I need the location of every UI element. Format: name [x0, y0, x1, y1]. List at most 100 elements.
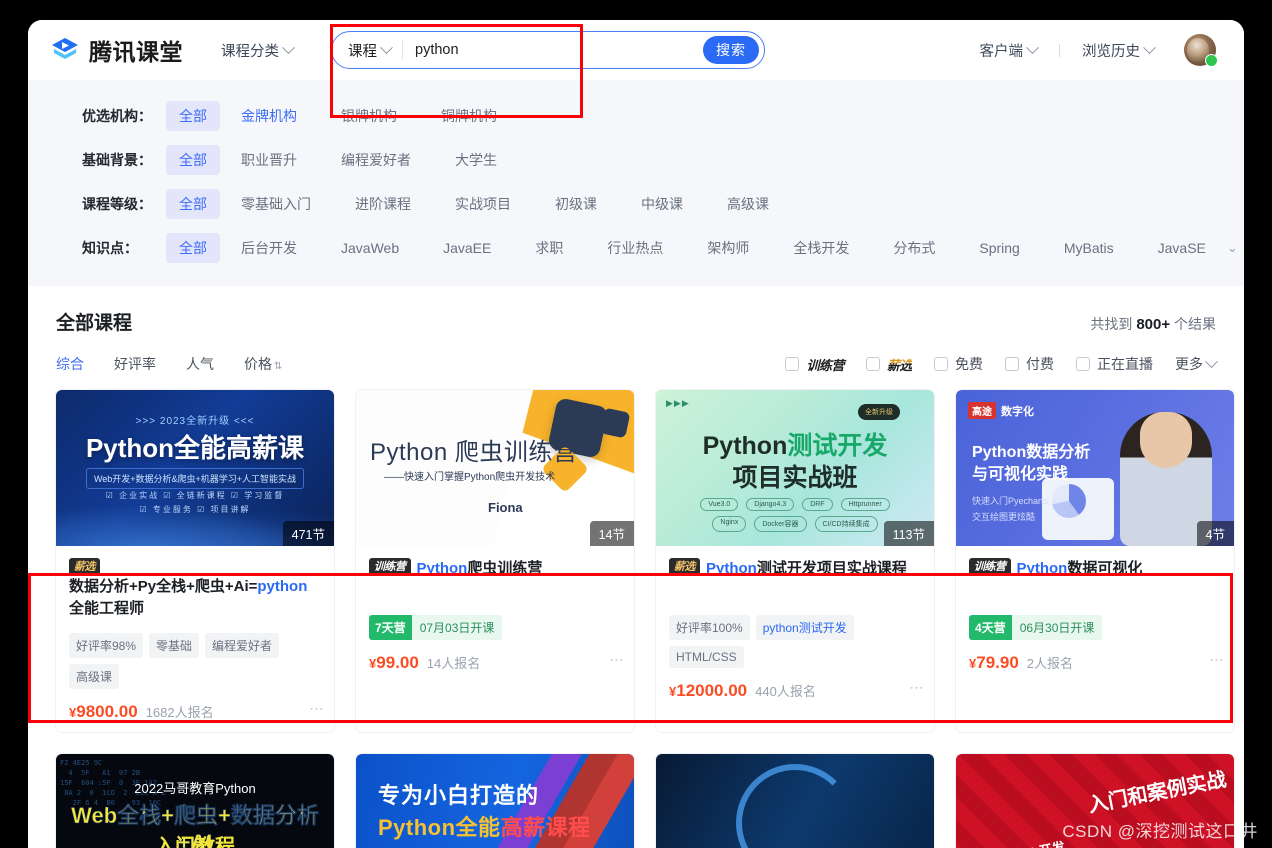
filter-option-advanced-course[interactable]: 进阶课程 [342, 189, 424, 219]
filter-label: 基础背景： [82, 152, 152, 168]
course-thumbnail[interactable]: 高途 数字化 Python数据分析 与可视化实践 快速入门Pyecharts 交… [956, 390, 1234, 546]
filter-option-gold[interactable]: 金牌机构 [228, 101, 310, 131]
checkbox-live[interactable]: 正在直播 [1076, 354, 1153, 374]
client-download-menu[interactable]: 客户端 [979, 40, 1039, 61]
course-card-footer: ¥12000.00 440人报名 ⋮ [669, 681, 925, 701]
thumb-title-line1: 2022马哥教育Python [134, 781, 256, 796]
course-thumbnail[interactable]: ▶▶▶ 全新升级 Python测试开发 项目实战班 Vue3.0 Django4… [656, 390, 934, 546]
more-filters-toggle[interactable]: 更多 [1175, 354, 1218, 374]
course-more-options-icon[interactable]: ⋮ [909, 681, 925, 696]
course-session-pill: 4天营 06月30日开课 [969, 615, 1103, 640]
checkbox-paid[interactable]: 付费 [1005, 354, 1054, 374]
filter-option-primary[interactable]: 初级课 [542, 189, 610, 219]
filter-option-javaee[interactable]: JavaEE [430, 235, 504, 261]
filter-option-career[interactable]: 职业晋升 [228, 145, 310, 175]
course-thumbnail[interactable]: Python 爬虫训练营 ——快速入门掌握Python爬虫开发技术 Fiona … [356, 390, 634, 546]
filter-option-distributed[interactable]: 分布式 [880, 233, 948, 263]
filter-option-all[interactable]: 全部 [166, 233, 220, 263]
course-thumbnail[interactable]: 网络爬虫 [656, 754, 934, 848]
filter-option-industry[interactable]: 行业热点 [594, 233, 676, 263]
search-category-select[interactable]: 课程 [332, 40, 403, 60]
lesson-count-badge: 471节 [282, 521, 334, 546]
browse-history-menu[interactable]: 浏览历史 [1082, 40, 1156, 61]
course-badge-salary: 薪选 [69, 558, 100, 576]
client-label: 客户端 [979, 43, 1024, 60]
course-title[interactable]: 训练营 Python爬虫训练营 [369, 558, 621, 602]
checkbox-box-icon [865, 357, 880, 371]
course-card[interactable]: 高途 数字化 Python数据分析 与可视化实践 快速入门Pyecharts 交… [956, 390, 1234, 732]
filter-option-intermediate[interactable]: 中级课 [628, 189, 696, 219]
thumbnail-art: 网络爬虫 [656, 754, 934, 848]
course-card[interactable]: Python 爬虫训练营 ——快速入门掌握Python爬虫开发技术 Fiona … [356, 390, 634, 732]
filter-option-project[interactable]: 实战项目 [442, 189, 524, 219]
course-title[interactable]: 薪选 数据分析+Py全栈+爬虫+Ai=python全能工程师 [69, 558, 321, 620]
thumb-pill: Httprunner [840, 498, 890, 511]
course-title[interactable]: 薪选 Python测试开发项目实战课程 [669, 558, 921, 602]
filter-option-spring[interactable]: Spring [966, 235, 1032, 261]
nav-course-category[interactable]: 课程分类 [221, 40, 295, 61]
filter-checkbox-group: 训练营 薪选 免费 付费 正在直播 更多 [785, 354, 1218, 374]
course-title-text: Python数据可视化 [1016, 560, 1143, 577]
course-card[interactable]: >>> 2023全新升级 <<< Python全能高薪课 Web开发+数据分析&… [56, 390, 334, 732]
course-card[interactable]: ▶▶▶ 全新升级 Python测试开发 项目实战班 Vue3.0 Django4… [656, 390, 934, 732]
sort-price[interactable]: 价格 ⇅ [244, 354, 282, 374]
thumb-decoration [599, 407, 631, 439]
filter-option-all[interactable]: 全部 [166, 145, 220, 175]
course-thumbnail[interactable]: F2 4E25 9C 4 5F A1 07 2B 15F 604 :5F 0 3… [56, 754, 334, 848]
filter-option-jobhunt[interactable]: 求职 [522, 233, 576, 263]
thumb-pill: Docker容器 [754, 516, 807, 532]
session-start-date: 07月03日开课 [419, 621, 495, 635]
checkbox-free[interactable]: 免费 [934, 354, 983, 374]
filter-option-senior[interactable]: 高级课 [714, 189, 782, 219]
chevron-down-icon [1026, 40, 1039, 54]
course-card-footer: ¥9800.00 1682人报名 ⋮ [69, 702, 325, 722]
thumb-title-line1: Python测试开发 [702, 432, 888, 460]
course-more-options-icon[interactable]: ⋮ [609, 653, 625, 668]
filter-expand-toggle[interactable]: ⌄ [1227, 240, 1238, 256]
filter-option-all[interactable]: 全部 [166, 189, 220, 219]
filter-option-student[interactable]: 大学生 [442, 145, 510, 175]
course-more-options-icon[interactable]: ⋮ [309, 702, 325, 717]
course-thumbnail[interactable]: 专为小白打造的 Python全能高薪课程 [356, 754, 634, 848]
filter-option-beginner[interactable]: 零基础入门 [228, 189, 324, 219]
result-count-value: 800+ [1136, 316, 1171, 333]
filter-option-all[interactable]: 全部 [166, 101, 220, 131]
filter-option-javaweb[interactable]: JavaWeb [328, 235, 412, 261]
filter-option-mybatis[interactable]: MyBatis [1051, 235, 1127, 261]
course-title[interactable]: 训练营 Python数据可视化 [969, 558, 1221, 602]
thumb-tech-pills-1: Vue3.0 Django4.3 DRF Httprunner [672, 498, 918, 511]
checkbox-salary-pick[interactable]: 薪选 [865, 355, 913, 374]
search-input[interactable] [403, 32, 703, 68]
filter-option-backend[interactable]: 后台开发 [228, 233, 310, 263]
thumb-decoration: ▶▶▶ [666, 398, 690, 408]
course-enroll-count: 440人报名 [755, 684, 816, 699]
thumb-author: Fiona [488, 500, 523, 515]
sort-popularity[interactable]: 人气 [186, 354, 214, 374]
result-count-prefix: 共找到 [1090, 316, 1133, 332]
course-title-text: Python爬虫训练营 [416, 560, 543, 577]
site-header: 腾讯课堂 课程分类 课程 搜索 客户端 [28, 20, 1244, 80]
filter-option-architect[interactable]: 架构师 [694, 233, 762, 263]
lesson-count-badge: 14节 [589, 521, 634, 546]
filter-option-fullstack[interactable]: 全栈开发 [780, 233, 862, 263]
sort-comprehensive[interactable]: 综合 [56, 354, 84, 374]
filter-option-bronze[interactable]: 铜牌机构 [428, 101, 510, 131]
course-price: ¥9800.00 [69, 702, 138, 721]
filter-option-hobbyist[interactable]: 编程爱好者 [328, 145, 424, 175]
filter-row-institution: 优选机构： 全部 金牌机构 银牌机构 铜牌机构 [28, 94, 1244, 138]
filter-option-javase[interactable]: JavaSE [1145, 235, 1219, 261]
course-card[interactable]: 专为小白打造的 Python全能高薪课程 [356, 754, 634, 848]
sort-rating[interactable]: 好评率 [114, 354, 156, 374]
filter-option-silver[interactable]: 银牌机构 [328, 101, 410, 131]
course-card[interactable]: F2 4E25 9C 4 5F A1 07 2B 15F 604 :5F 0 3… [56, 754, 334, 848]
course-badge-salary: 薪选 [669, 558, 700, 576]
course-more-options-icon[interactable]: ⋮ [1209, 653, 1225, 668]
search-button[interactable]: 搜索 [703, 36, 759, 64]
avatar[interactable] [1184, 34, 1218, 67]
checkbox-bootcamp[interactable]: 训练营 [785, 355, 844, 374]
site-logo[interactable]: 腾讯课堂 [50, 33, 183, 67]
tencent-classroom-logo-icon [50, 35, 80, 65]
thumb-pill: Django4.3 [746, 498, 795, 511]
course-thumbnail[interactable]: >>> 2023全新升级 <<< Python全能高薪课 Web开发+数据分析&… [56, 390, 334, 546]
course-card[interactable]: 网络爬虫 [656, 754, 934, 848]
